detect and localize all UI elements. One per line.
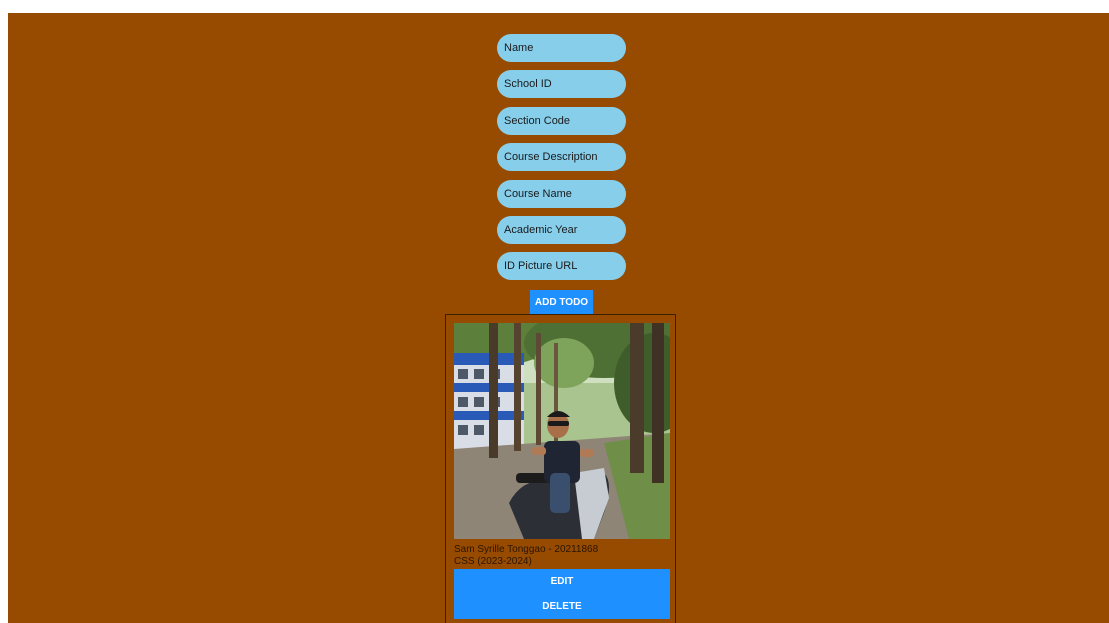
student-course-year: CSS (2023-2024) bbox=[454, 556, 532, 567]
card-actions: EDIT DELETE bbox=[454, 569, 670, 619]
academic-year-input[interactable] bbox=[497, 215, 626, 244]
name-input[interactable] bbox=[497, 34, 626, 62]
id-picture-url-input[interactable] bbox=[497, 252, 626, 281]
add-todo-button[interactable]: ADD TODO bbox=[530, 290, 593, 314]
student-card: Sam Syrille Tonggao - 20211868 CSS (2023… bbox=[445, 314, 676, 623]
todo-app: ADD TODO bbox=[8, 13, 1109, 623]
student-name-id: Sam Syrille Tonggao - 20211868 bbox=[454, 544, 599, 555]
edit-button[interactable]: EDIT bbox=[454, 569, 670, 594]
student-form bbox=[497, 34, 626, 289]
student-caption: Sam Syrille Tonggao - 20211868 CSS (2023… bbox=[454, 544, 670, 568]
section-code-input[interactable] bbox=[497, 106, 626, 135]
course-description-input[interactable] bbox=[497, 143, 626, 172]
course-name-input[interactable] bbox=[497, 179, 626, 208]
school-id-input[interactable] bbox=[497, 70, 626, 99]
delete-button[interactable]: DELETE bbox=[454, 594, 670, 619]
id-picture bbox=[454, 323, 670, 539]
